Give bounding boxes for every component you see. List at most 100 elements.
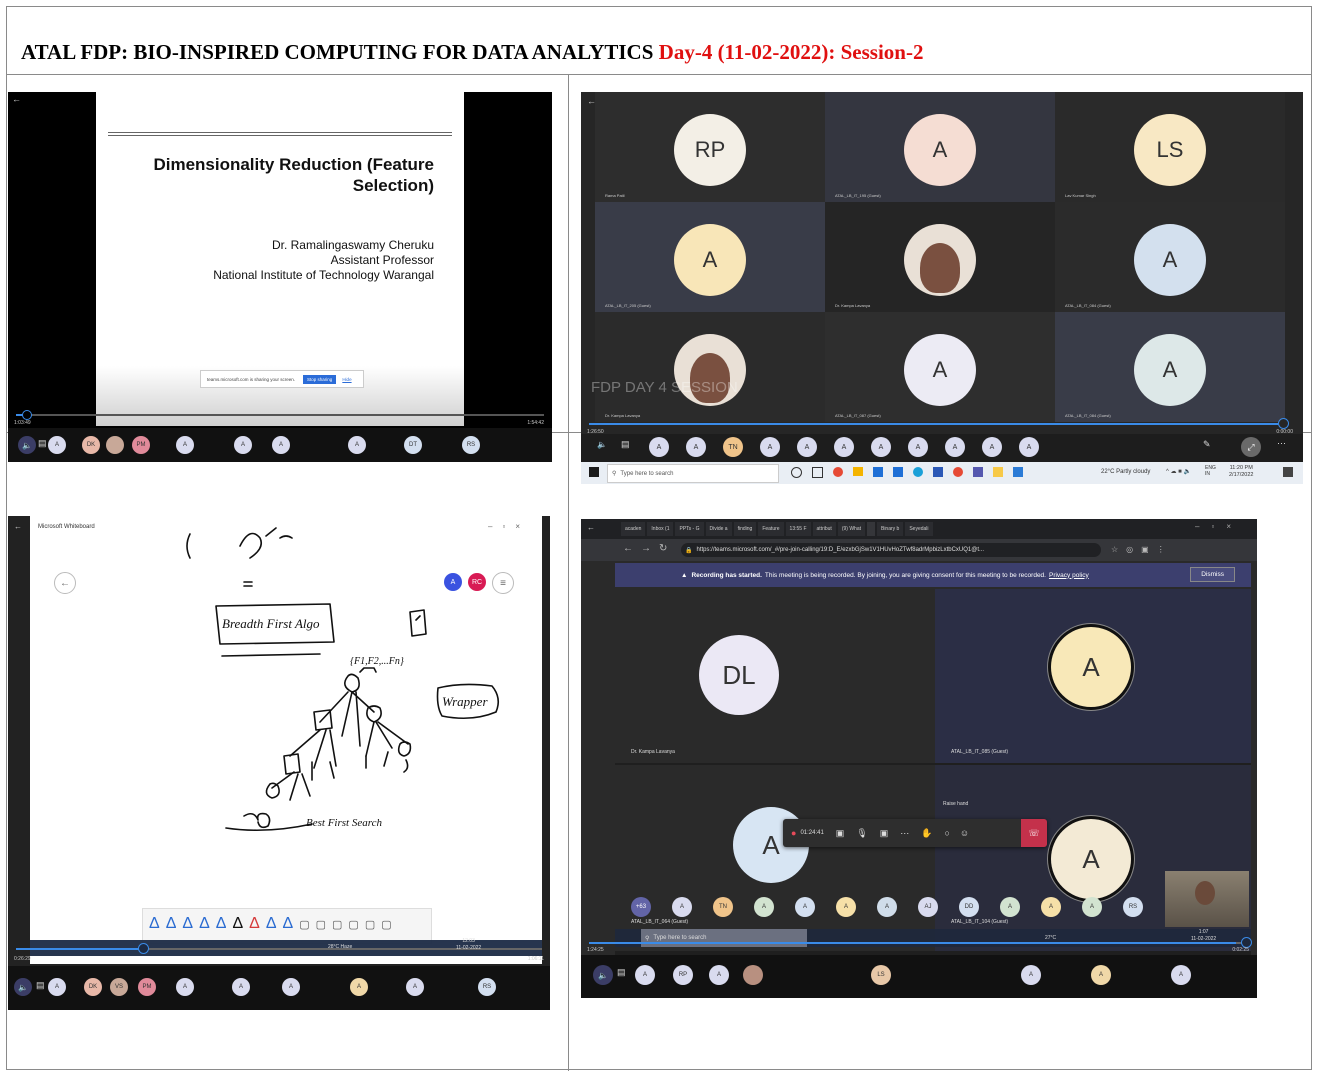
- participant-avatar[interactable]: A: [904, 334, 976, 406]
- participant-avatar[interactable]: RP: [674, 114, 746, 186]
- browser-tab[interactable]: (9) What: [837, 522, 865, 536]
- participant-avatar[interactable]: A: [945, 437, 965, 457]
- participant-avatar[interactable]: A: [350, 978, 368, 996]
- video-progress-knob[interactable]: [1278, 418, 1289, 429]
- notification-icon[interactable]: [1283, 467, 1293, 477]
- chat-icon[interactable]: ○: [944, 828, 949, 838]
- participant-avatar[interactable]: A: [904, 114, 976, 186]
- volume-icon[interactable]: 🔈: [18, 436, 36, 454]
- participant-avatar[interactable]: AJ: [918, 897, 938, 917]
- browser-tab[interactable]: attribut: [812, 522, 836, 536]
- participant-avatar[interactable]: A: [48, 436, 66, 454]
- participant-avatar[interactable]: A: [754, 897, 774, 917]
- participant-avatar[interactable]: A: [282, 978, 300, 996]
- stop-sharing-button[interactable]: Stop sharing: [303, 374, 337, 384]
- participant-avatar[interactable]: A: [406, 978, 424, 996]
- participant-avatar[interactable]: A: [709, 965, 729, 985]
- participant-avatar[interactable]: A: [1019, 437, 1039, 457]
- participant-avatar[interactable]: A: [686, 437, 706, 457]
- participant-avatar[interactable]: RP: [673, 965, 693, 985]
- pen-tool-icon[interactable]: Δ: [232, 915, 243, 933]
- browser-tab[interactable]: 13:55 F: [785, 522, 811, 536]
- dismiss-button[interactable]: Dismiss: [1190, 567, 1235, 582]
- notes-icon[interactable]: [993, 467, 1003, 477]
- browser-tab[interactable]: Seyedali: [905, 522, 933, 536]
- participant-avatar[interactable]: A: [1091, 965, 1111, 985]
- eraser-icon[interactable]: ▢: [299, 918, 309, 933]
- participant-avatar[interactable]: [904, 224, 976, 296]
- pen-tool-icon[interactable]: Δ: [149, 915, 160, 933]
- hang-up-button[interactable]: ☏: [1021, 819, 1047, 847]
- privacy-policy-link[interactable]: Privacy policy: [1049, 572, 1089, 579]
- back-arrow-icon[interactable]: ←: [587, 523, 595, 532]
- participant-avatar[interactable]: DL: [699, 635, 779, 715]
- participant-avatar[interactable]: LS: [871, 965, 891, 985]
- pen-icon[interactable]: ✎: [1203, 439, 1211, 450]
- back-arrow-icon[interactable]: ←: [12, 94, 21, 104]
- participant-avatar[interactable]: A: [834, 437, 854, 457]
- participant-avatar[interactable]: [743, 965, 763, 985]
- participant-avatar[interactable]: A: [982, 437, 1002, 457]
- teams-icon[interactable]: [973, 467, 983, 477]
- participant-avatar[interactable]: A: [871, 437, 891, 457]
- participant-avatar[interactable]: A: [1021, 965, 1041, 985]
- task-view-icon[interactable]: [812, 467, 823, 478]
- redo-icon[interactable]: ▢: [381, 918, 391, 933]
- video-progress-knob[interactable]: [22, 410, 32, 420]
- taskbar-search-input[interactable]: ⚲ Type here to search: [641, 929, 807, 947]
- pen-tool-icon[interactable]: Δ: [166, 915, 177, 933]
- participant-avatar[interactable]: RS: [1123, 897, 1143, 917]
- participant-avatar[interactable]: A: [1041, 897, 1061, 917]
- app-icon[interactable]: [933, 467, 943, 477]
- cortana-icon[interactable]: [791, 467, 802, 478]
- participant-avatar[interactable]: A: [1171, 965, 1191, 985]
- folder-icon[interactable]: [853, 467, 863, 476]
- participant-avatar[interactable]: A: [48, 978, 66, 996]
- participant-avatar[interactable]: PM: [132, 436, 150, 454]
- mic-icon[interactable]: 🎙: [856, 828, 867, 839]
- raise-hand-icon[interactable]: ✋: [921, 828, 932, 839]
- participant-avatar[interactable]: VS: [110, 978, 128, 996]
- participant-avatar[interactable]: A: [1000, 897, 1020, 917]
- store-icon[interactable]: [873, 467, 883, 477]
- participant-avatar[interactable]: [106, 436, 124, 454]
- pen-tool-icon[interactable]: Δ: [249, 915, 260, 933]
- volume-icon[interactable]: 🔈: [14, 978, 32, 996]
- participant-avatar[interactable]: A: [760, 437, 780, 457]
- participant-avatar[interactable]: A: [1051, 627, 1131, 707]
- participant-avatar[interactable]: A: [672, 897, 692, 917]
- chrome-icon[interactable]: [833, 467, 843, 477]
- participant-avatar[interactable]: A: [176, 978, 194, 996]
- participant-avatar[interactable]: A: [908, 437, 928, 457]
- more-icon[interactable]: ⋯: [900, 828, 909, 839]
- participant-avatar[interactable]: DK: [84, 978, 102, 996]
- participant-avatar[interactable]: PM: [138, 978, 156, 996]
- participant-avatar[interactable]: A: [635, 965, 655, 985]
- participant-avatar[interactable]: A: [674, 224, 746, 296]
- mail-icon[interactable]: [893, 467, 903, 477]
- pen-tool-icon[interactable]: Δ: [182, 915, 193, 933]
- participant-avatar[interactable]: A: [877, 897, 897, 917]
- chat-icon[interactable]: ▤: [621, 439, 630, 450]
- participant-avatar[interactable]: A: [348, 436, 366, 454]
- participant-avatar[interactable]: A: [1082, 897, 1102, 917]
- participant-avatar[interactable]: A: [797, 437, 817, 457]
- participant-avatar[interactable]: +63: [631, 897, 651, 917]
- browser-tab[interactable]: acaden: [621, 522, 646, 536]
- address-bar[interactable]: 🔒 https://teams.microsoft.com/_#/pre-joi…: [681, 543, 1101, 557]
- participant-avatar[interactable]: DT: [404, 436, 422, 454]
- participant-avatar[interactable]: RS: [478, 978, 496, 996]
- pen-tool-icon[interactable]: Δ: [283, 915, 294, 933]
- expand-icon[interactable]: ⤢: [1241, 437, 1261, 457]
- volume-icon[interactable]: 🔈: [597, 440, 607, 449]
- participant-avatar[interactable]: A: [1134, 224, 1206, 296]
- participant-avatar[interactable]: RS: [462, 436, 480, 454]
- video-progress-knob[interactable]: [138, 943, 149, 954]
- browser-tab[interactable]: PPTs - G: [675, 522, 704, 536]
- lasso-icon[interactable]: ▢: [316, 918, 326, 933]
- participant-avatar[interactable]: A: [176, 436, 194, 454]
- browser-tab[interactable]: Inbox (1: [647, 522, 674, 536]
- taskbar-search-input[interactable]: ⚲ Type here to search: [607, 464, 779, 483]
- participant-avatar[interactable]: A: [1134, 334, 1206, 406]
- undo-icon[interactable]: ▢: [365, 918, 375, 933]
